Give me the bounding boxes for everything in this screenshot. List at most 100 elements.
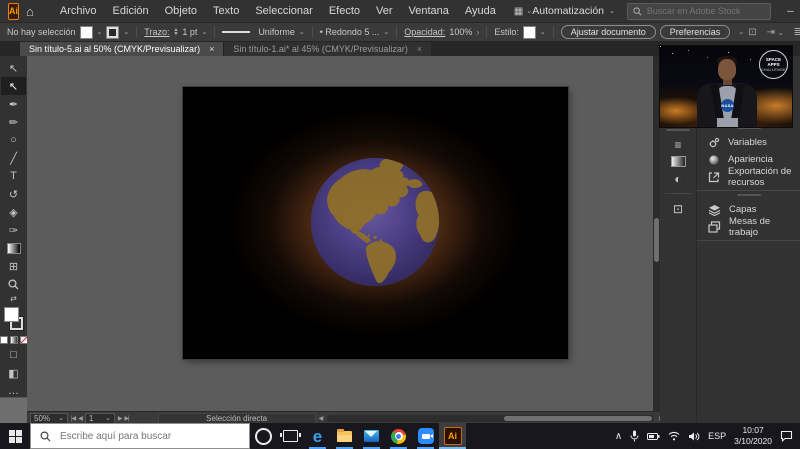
- home-icon[interactable]: ⌂: [26, 4, 34, 19]
- symbols-panel-icon[interactable]: ⊡: [665, 200, 691, 217]
- close-tab-icon[interactable]: ×: [417, 44, 422, 54]
- zoom-tool[interactable]: [1, 275, 26, 293]
- shape-builder-tool[interactable]: ◈: [1, 203, 26, 221]
- menu-ventana[interactable]: Ventana: [401, 5, 457, 17]
- opacity-panel-link[interactable]: Opacidad:: [404, 27, 445, 37]
- pen-tool[interactable]: ✒: [1, 95, 26, 113]
- menu-texto[interactable]: Texto: [205, 5, 247, 17]
- drag-handle[interactable]: [736, 194, 761, 196]
- chrome-button[interactable]: [385, 423, 412, 449]
- chevron-down-icon[interactable]: ⌄: [201, 28, 207, 36]
- stroke-color-swatch[interactable]: [106, 25, 120, 39]
- blob-brush-tool[interactable]: ✑: [1, 221, 26, 239]
- chevron-down-icon[interactable]: ⌄: [97, 28, 103, 36]
- file-explorer-button[interactable]: [331, 423, 358, 449]
- chevron-down-icon[interactable]: ⌄: [123, 28, 129, 36]
- menu-ayuda[interactable]: Ayuda: [457, 5, 504, 17]
- fill-stroke-swatches[interactable]: [3, 307, 24, 331]
- swap-fill-stroke[interactable]: ⇄: [1, 293, 26, 304]
- menu-objeto[interactable]: Objeto: [157, 5, 205, 17]
- battery-icon[interactable]: [647, 432, 660, 441]
- menu-efecto[interactable]: Efecto: [321, 5, 368, 17]
- gradient-panel-icon[interactable]: [665, 153, 691, 170]
- menu-ver[interactable]: Ver: [368, 5, 401, 17]
- adobe-stock-search[interactable]: [626, 2, 771, 20]
- touch-workspace-icon[interactable]: ⊡: [748, 27, 756, 38]
- close-tab-icon[interactable]: ×: [209, 44, 214, 54]
- arrange-documents-icon[interactable]: ▦ ⌄: [514, 6, 532, 17]
- opacity-value[interactable]: 100%: [449, 27, 472, 37]
- scroll-left-arrow[interactable]: ◀: [319, 415, 324, 422]
- chevron-down-icon[interactable]: ⌄: [540, 28, 546, 36]
- tab-sin-titulo-5[interactable]: Sin título-5.ai al 50% (CMYK/Previsualiz…: [20, 42, 224, 56]
- pasteboard[interactable]: [27, 56, 653, 411]
- rotate-tool[interactable]: ↺: [1, 185, 26, 203]
- start-button[interactable]: [0, 423, 30, 449]
- stroke-weight-stepper[interactable]: ▲ ▼: [173, 28, 178, 37]
- width-profile-value[interactable]: Uniforme: [258, 27, 295, 37]
- speaker-icon[interactable]: [688, 431, 700, 442]
- artboard-number-field[interactable]: 1 ⌄: [84, 412, 115, 424]
- last-artboard-button[interactable]: ▶|: [124, 415, 129, 422]
- wifi-icon[interactable]: [668, 431, 680, 441]
- type-tool[interactable]: T: [1, 167, 26, 185]
- taskbar-search-input[interactable]: [58, 429, 240, 443]
- action-center-icon[interactable]: [780, 430, 793, 442]
- horizontal-scrollbar[interactable]: [327, 414, 655, 422]
- taskbar-search-box[interactable]: [30, 423, 250, 449]
- minimize-button[interactable]: ─: [783, 4, 798, 18]
- draw-mode-button[interactable]: □: [1, 346, 26, 364]
- edge-button[interactable]: e: [304, 423, 331, 449]
- panel-list-icon[interactable]: ≣: [794, 27, 800, 38]
- expander-icon[interactable]: ›: [476, 27, 479, 37]
- menu-edicion[interactable]: Edición: [105, 5, 157, 17]
- panel-variables[interactable]: Variables: [697, 134, 800, 151]
- paintbrush-tool[interactable]: ╱: [1, 149, 26, 167]
- vertical-scrollbar-thumb[interactable]: [654, 218, 659, 262]
- tab-sin-titulo-1[interactable]: Sin título-1.ai* al 45% (CMYK/Previsuali…: [223, 42, 432, 56]
- horizontal-scrollbar-thumb[interactable]: [503, 415, 653, 421]
- stroke-weight-value[interactable]: 1 pt: [182, 27, 197, 37]
- color-chip[interactable]: [0, 336, 8, 344]
- status-tool-display[interactable]: Selección directa: [157, 412, 316, 424]
- fill-color-swatch[interactable]: [79, 25, 93, 39]
- microphone-icon[interactable]: [630, 430, 639, 442]
- style-swatch[interactable]: [522, 25, 536, 39]
- artboard-tool[interactable]: ⊞: [1, 257, 26, 275]
- chevron-down-icon[interactable]: ⌄: [738, 28, 744, 36]
- panel-exportacion[interactable]: Exportación de recursos: [697, 166, 800, 188]
- drag-handle[interactable]: [666, 129, 690, 131]
- menu-seleccionar[interactable]: Seleccionar: [247, 5, 320, 17]
- transparency-panel-icon[interactable]: ◐: [665, 170, 691, 187]
- language-indicator[interactable]: ESP: [708, 431, 726, 441]
- artboard[interactable]: [183, 87, 568, 359]
- brush-definition-value[interactable]: • Redondo 5 ...: [320, 27, 380, 37]
- tray-expand-icon[interactable]: ∧: [615, 431, 622, 442]
- first-artboard-button[interactable]: |◀: [71, 415, 76, 422]
- cortana-button[interactable]: [250, 423, 277, 449]
- direct-selection-tool[interactable]: ↖: [1, 77, 26, 95]
- screen-mode-button[interactable]: ◧: [1, 364, 26, 382]
- stroke-panel-link[interactable]: Trazo:: [144, 27, 169, 37]
- panel-mesas-de-trabajo[interactable]: Mesas de trabajo: [697, 216, 800, 238]
- gradient-tool[interactable]: [1, 239, 26, 257]
- fill-swatch[interactable]: [3, 307, 19, 322]
- zoom-level-dropdown[interactable]: 50% ⌄: [30, 412, 68, 424]
- menu-archivo[interactable]: Archivo: [52, 5, 105, 17]
- mail-button[interactable]: [358, 423, 385, 449]
- next-artboard-button[interactable]: ▶: [118, 415, 123, 422]
- previous-artboard-button[interactable]: ◀: [78, 415, 83, 422]
- illustrator-taskbar-button[interactable]: Ai: [439, 423, 466, 449]
- chevron-down-icon[interactable]: ⌄: [299, 28, 305, 36]
- ellipse-tool[interactable]: ○: [1, 131, 26, 149]
- preferences-button[interactable]: Preferencias: [659, 25, 731, 39]
- zoom-app-button[interactable]: [412, 423, 439, 449]
- arrange-icon[interactable]: ⇥ ⌄: [767, 27, 784, 38]
- stroke-panel-icon[interactable]: ≡: [665, 136, 691, 153]
- stock-search-input[interactable]: [644, 5, 765, 17]
- gradient-chip[interactable]: [9, 336, 18, 344]
- taskbar-clock[interactable]: 10:07 3/10/2020: [734, 425, 772, 446]
- selection-tool[interactable]: ↖: [1, 59, 26, 77]
- chevron-down-icon[interactable]: ⌄: [383, 28, 389, 36]
- task-view-button[interactable]: [277, 423, 304, 449]
